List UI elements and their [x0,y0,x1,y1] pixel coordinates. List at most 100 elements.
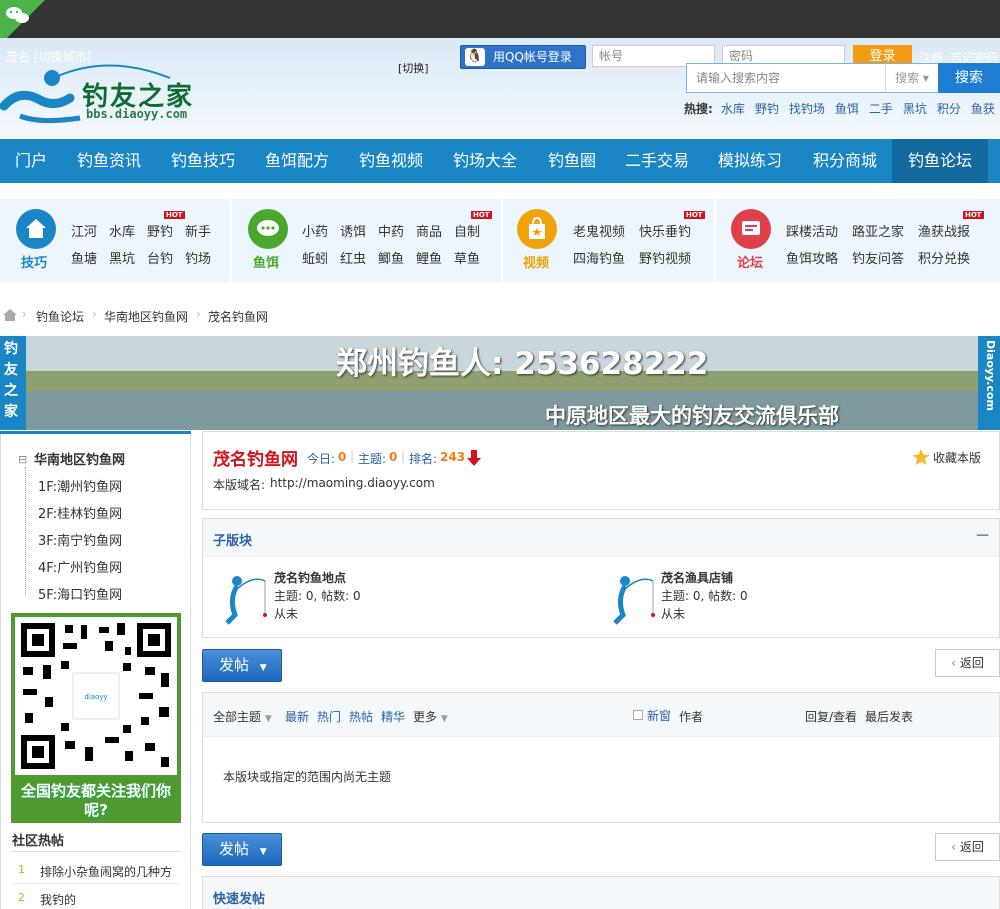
hot-search-item[interactable]: 野钓 [755,102,779,116]
quick-link[interactable]: 水库 [109,221,135,240]
quick-link[interactable]: 蚯蚓 [302,248,328,267]
subforum-link[interactable]: 茂名钓鱼地点 [274,569,346,586]
rank-down-arrow-icon [467,450,481,469]
breadcrumb-separator: › [22,307,27,321]
quick-link[interactable]: 踩楼活动 [786,221,838,240]
quick-link[interactable]: 鲫鱼 [378,248,404,267]
filter-popular[interactable]: 热门 [317,708,341,725]
collapse-tree-icon[interactable]: ⊟ [18,453,27,466]
separator: | [401,449,406,463]
back-button[interactable]: ‹ 返回 [935,649,1000,677]
quick-link[interactable]: 鱼饵攻略 [786,248,838,267]
topics-label: 主题: [358,452,387,466]
domain-url[interactable]: http://maoming.diaoyy.com [270,476,435,490]
nav-item-points-mall[interactable]: 积分商城 [798,139,892,183]
quick-link[interactable]: 钓场 [185,248,211,267]
quick-link[interactable]: 积分兑换 [918,248,970,267]
quick-link[interactable]: 红虫 [340,248,366,267]
quick-link[interactable]: 小药 [302,221,328,240]
new-post-button[interactable]: 发帖 ▼ [202,833,282,866]
caret-down-icon: ▼ [259,847,267,857]
hot-search-item[interactable]: 鱼获 [971,102,995,116]
quick-label-bait: 鱼饵 [253,256,280,271]
hot-search-item[interactable]: 找钓场 [789,102,825,116]
hot-search-item[interactable]: 鱼饵 [835,102,859,116]
star-icon[interactable] [912,448,930,469]
filter-more[interactable]: 更多 ▼ [413,708,448,725]
quick-link[interactable]: 鱼塘 [71,248,97,267]
hot-search-item[interactable]: 积分 [937,102,961,116]
caret-down-icon: ▼ [440,714,448,724]
nav-item-spots[interactable]: 钓场大全 [438,139,532,183]
back-button[interactable]: ‹ 返回 [935,833,1000,861]
switch-link[interactable]: [切换] [398,60,429,76]
quick-link[interactable]: 四海钓鱼 [573,248,625,267]
breadcrumb-item[interactable]: 茂名钓鱼网 [208,308,268,325]
quick-link[interactable]: 草鱼 [454,248,480,267]
quick-label-video: 视频 [523,256,550,271]
nav-item-portal[interactable]: 门户 [0,139,62,183]
nav-item-secondhand[interactable]: 二手交易 [612,139,702,183]
nav-item-tips[interactable]: 钓鱼技巧 [156,139,250,183]
breadcrumb-item[interactable]: 华南地区钓鱼网 [104,308,188,325]
nav-item-news[interactable]: 钓鱼资讯 [62,139,156,183]
filter-hot[interactable]: 热帖 [349,708,373,725]
quick-link[interactable]: 台钓 [147,248,173,267]
search-input[interactable]: 请输入搜索内容 [686,63,886,93]
breadcrumb-item[interactable]: 钓鱼论坛 [36,308,84,325]
nav-item-practice[interactable]: 模拟练习 [702,139,798,183]
nav-item-bait[interactable]: 鱼饵配方 [250,139,344,183]
qq-login-button[interactable]: 🐧 用QQ帐号登录 [460,45,586,69]
nav-item-forum[interactable]: 钓鱼论坛 [892,139,988,183]
search-type-select[interactable]: 搜索 ▾ [885,63,939,93]
tree-item[interactable]: 3F:南宁钓鱼网 [38,530,122,549]
tree-item[interactable]: 2F:桂林钓鱼网 [38,503,122,522]
quick-link[interactable]: 黑坑 [109,248,135,267]
filter-latest[interactable]: 最新 [285,708,309,725]
quick-link[interactable]: 野钓 [147,221,173,240]
hot-posts-title: 社区热帖 [12,834,65,849]
quick-link[interactable]: 钓友问答 [852,248,904,267]
collapse-icon[interactable]: — [976,528,989,543]
quick-link[interactable]: 中药 [378,221,404,240]
hot-search-item[interactable]: 黑坑 [903,102,927,116]
breadcrumb: › 钓鱼论坛 › 华南地区钓鱼网 › 茂名钓鱼网 [0,307,1000,325]
breadcrumb-separator: › [196,307,201,321]
quick-link[interactable]: 江河 [71,221,97,240]
tree-root[interactable]: 华南地区钓鱼网 [34,449,125,468]
quick-link[interactable]: 商品 [416,221,442,240]
quick-link[interactable]: 快乐垂钓 [639,221,691,240]
quick-link[interactable]: 渔获战报 [918,221,970,240]
search-button[interactable]: 搜索 [938,63,1000,93]
filter-all-topics[interactable]: 全部主题 ▼ [213,708,272,725]
banner[interactable]: 钓友之家 郑州钓鱼人: 253628222 中原地区最大的钓友交流俱乐部 Dia… [0,336,1000,430]
hot-search-item[interactable]: 二手 [869,102,893,116]
last-post-column: 最后发表 [865,710,914,724]
favorite-forum-link[interactable]: 收藏本版 [933,449,981,466]
home-icon[interactable] [2,308,18,325]
quick-link[interactable]: 老鬼视频 [573,221,625,240]
tree-item[interactable]: 1F:潮州钓鱼网 [38,476,122,495]
quick-link[interactable]: 新手 [185,221,211,240]
subforum-link[interactable]: 茂名渔具店铺 [661,569,733,586]
new-window-label[interactable]: 新窗 [647,707,671,724]
new-window-checkbox[interactable] [633,710,643,720]
quick-link[interactable]: 自制 [454,221,480,240]
hot-post-link[interactable]: 我钓的 [40,891,76,908]
quick-link[interactable]: 野钓视频 [639,248,691,267]
new-post-button[interactable]: 发帖 ▼ [202,649,282,682]
filter-digest[interactable]: 精华 [381,708,405,725]
tree-item[interactable]: 5F:海口钓鱼网 [38,584,122,603]
quick-link[interactable]: 诱饵 [340,221,366,240]
quick-section-bait: 鱼饵 小药 诱饵 中药 商品 自制 HOT 蚯蚓 红虫 鲫鱼 鲤鱼 草鱼 [232,199,502,282]
topics-count: 0 [389,450,398,464]
hot-post-link[interactable]: 排除小杂鱼闹窝的几种方 [40,863,172,880]
nav-item-circle[interactable]: 钓鱼圈 [532,139,612,183]
nav-item-video[interactable]: 钓鱼视频 [344,139,438,183]
quick-link[interactable]: 鲤鱼 [416,248,442,267]
tree-item[interactable]: 4F:广州钓鱼网 [38,557,122,576]
quick-link[interactable]: 路亚之家 [852,221,904,240]
hot-search-item[interactable]: 水库 [721,102,745,116]
subforum-last-post: 从未 [661,607,686,621]
new-post-label: 发帖 [219,656,250,674]
